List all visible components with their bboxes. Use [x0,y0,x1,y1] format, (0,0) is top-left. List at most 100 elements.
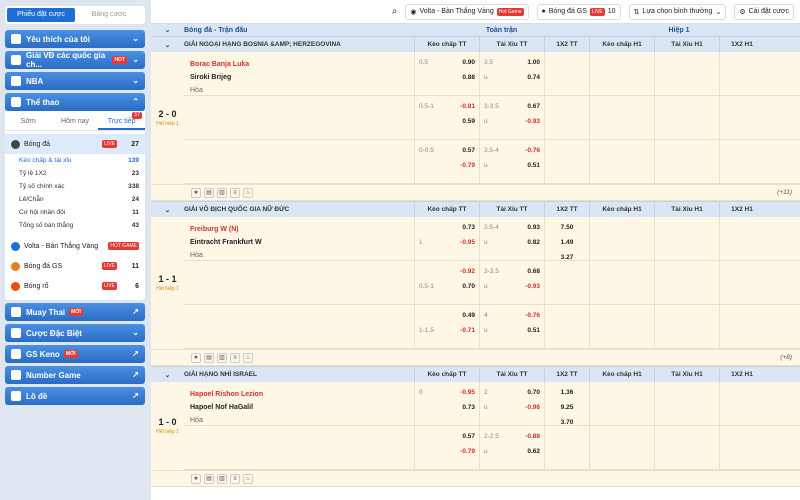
odds-line[interactable]: -0.79 [419,444,475,459]
home-team[interactable]: Freiburg W (N) [190,223,408,236]
tab-early[interactable]: Sớm [5,115,52,130]
odds-line[interactable]: 3.5 1.00 [484,55,540,70]
chevron-down-icon[interactable]: ⌄ [151,367,184,382]
odds-value[interactable]: 7.50 [549,220,585,235]
sport-football[interactable]: Bóng đá LIVE 27 [5,134,145,154]
tab-bet-list[interactable]: Bảng cược [75,8,143,22]
more-markets-link[interactable]: (+11) [777,189,792,196]
odds-line[interactable]: -0.79 [419,158,475,173]
football-gs-link[interactable]: ● Bóng đá GS LIVE 10 [536,3,621,20]
sport-football-gs[interactable]: Bóng đá GS LIVE 11 [5,256,145,276]
league-header[interactable]: ⌄ GIẢI VÔ ĐỊCH QUỐC GIA NỮ ĐỨC Kèo chấp T… [151,201,800,217]
odds-line[interactable]: u 0.51 [484,323,540,338]
odds-line[interactable]: 3-3.5 0.67 [484,99,540,114]
sidebar-gs-keno[interactable]: GS Keno MỚI ↗ [5,345,145,363]
sidebar-special-bets[interactable]: Cược Đặc Biệt ⌄ [5,324,145,342]
tab-live[interactable]: Trực tiếp 57 [98,112,146,130]
odds-line[interactable]: 0.88 [419,70,475,85]
odds-line[interactable]: 2-2.5 -0.88 [484,429,540,444]
stats-icon[interactable]: ▥ [217,473,227,484]
odds-line[interactable]: 0.73 [419,220,475,235]
odds-value[interactable] [549,279,585,294]
odds-value[interactable] [549,143,585,158]
collapse-all-icon[interactable]: ⌄ [151,24,184,36]
odds-line[interactable]: 1-1.5 -0.71 [419,323,475,338]
odds-value[interactable]: 9.25 [549,400,585,415]
odds-line[interactable]: 0.49 [419,308,475,323]
odds-line[interactable]: u 0.74 [484,70,540,85]
sidebar-muay-thai[interactable]: Muay Thai MỚI ↗ [5,303,145,321]
sidebar-nba[interactable]: NBA ⌄ [5,72,145,90]
odds-line[interactable]: 0.5-1 0.70 [419,279,475,294]
market-total-goals[interactable]: Tổng số bàn thắng 43 [5,219,145,232]
bet-settings-button[interactable]: ⚙ Cài đặt cược [734,3,794,20]
sidebar-leagues[interactable]: Giải VĐ các quốc gia ch... HOT ⌄ [5,51,145,69]
league-header[interactable]: ⌄ GIẢI NGOẠI HẠNG BOSNIA &AMP; HERZEGOVI… [151,36,800,52]
odds-line[interactable]: -0.92 [419,264,475,279]
volta-link[interactable]: ◉ Volta - Bàn Thắng Vàng Hot Game [405,3,529,20]
odds-value[interactable] [549,158,585,173]
star-icon[interactable]: ★ [191,187,201,198]
list-icon[interactable]: ≡ [230,473,240,484]
sidebar-lottery[interactable]: Lô đề ↗ [5,387,145,405]
odds-line[interactable]: 0.5 0.90 [419,55,475,70]
odds-value[interactable] [549,308,585,323]
sort-select[interactable]: ⇅ Lựa chọn bình thường ⌄ [628,3,727,20]
odds-line[interactable]: 1 -0.95 [419,235,475,250]
odds-line[interactable]: 0-0.5 0.57 [419,143,475,158]
home-team[interactable]: Borac Banja Luka [190,58,408,71]
sidebar-favorites[interactable]: Yêu thích của tôi ⌄ [5,30,145,48]
away-team[interactable]: Siroki Brijeg [190,71,408,84]
odds-line[interactable]: u -0.93 [484,114,540,129]
odds-value[interactable]: 1.36 [549,385,585,400]
fire-icon[interactable]: ♨ [243,473,253,484]
star-icon[interactable]: ★ [191,352,201,363]
away-team[interactable]: Hapoel Nof HaGalil [190,401,408,414]
chart-icon[interactable]: ▤ [204,473,214,484]
odds-line[interactable]: u -0.93 [484,279,540,294]
stats-icon[interactable]: ▥ [217,352,227,363]
market-odd-even[interactable]: Lẻ/Chẵn 24 [5,193,145,206]
league-header[interactable]: ⌄ GIẢI HẠNG NHÌ ISRAEL Kèo chấp TT Tài Xỉu… [151,366,800,382]
market-handicap[interactable]: Kèo chấp & tài xỉu 139 [5,154,145,167]
stats-icon[interactable]: ▥ [217,187,227,198]
market-correct-score[interactable]: Tỷ số chính xác 338 [5,180,145,193]
sport-volta[interactable]: Volta - Bàn Thắng Vàng HOT GAME [5,236,145,256]
odds-value[interactable] [549,323,585,338]
odds-line[interactable]: u 0.51 [484,158,540,173]
odds-value[interactable] [549,264,585,279]
odds-line[interactable]: 0.5-1 -0.81 [419,99,475,114]
chevron-down-icon[interactable]: ⌄ [151,37,184,52]
odds-line[interactable]: u -0.96 [484,400,540,415]
odds-value[interactable] [549,444,585,459]
list-icon[interactable]: ≡ [230,352,240,363]
odds-value[interactable]: 1.49 [549,235,585,250]
odds-line[interactable]: 0.59 [419,114,475,129]
odds-value[interactable] [549,429,585,444]
odds-value[interactable] [549,55,585,70]
odds-line[interactable]: 0.57 [419,429,475,444]
away-team[interactable]: Eintracht Frankfurt W [190,236,408,249]
odds-line[interactable]: 4 -0.76 [484,308,540,323]
odds-line[interactable]: 3.5-4 0.93 [484,220,540,235]
fire-icon[interactable]: ♨ [243,187,253,198]
market-1x2[interactable]: Tỷ lệ 1X2 23 [5,167,145,180]
odds-line[interactable]: u 0.62 [484,444,540,459]
odds-line[interactable]: 0 -0.95 [419,385,475,400]
more-markets-link[interactable]: (+8) [780,354,792,361]
fire-icon[interactable]: ♨ [243,352,253,363]
odds-line[interactable]: 0.73 [419,400,475,415]
odds-value[interactable] [549,99,585,114]
star-icon[interactable]: ★ [191,473,201,484]
odds-line[interactable]: 3-3.5 0.68 [484,264,540,279]
odds-value[interactable] [549,70,585,85]
sidebar-sports[interactable]: Thể thao ⌃ [5,93,145,111]
market-double-chance[interactable]: Cơ hội nhân đôi 11 [5,206,145,219]
odds-line[interactable]: u 0.82 [484,235,540,250]
odds-value[interactable] [549,114,585,129]
search-icon[interactable]: ⌕ [392,6,398,17]
list-icon[interactable]: ≡ [230,187,240,198]
tab-today[interactable]: Hôm nay [52,115,99,130]
chart-icon[interactable]: ▤ [204,352,214,363]
tab-betslip[interactable]: Phiếu đặt cược [7,8,75,22]
